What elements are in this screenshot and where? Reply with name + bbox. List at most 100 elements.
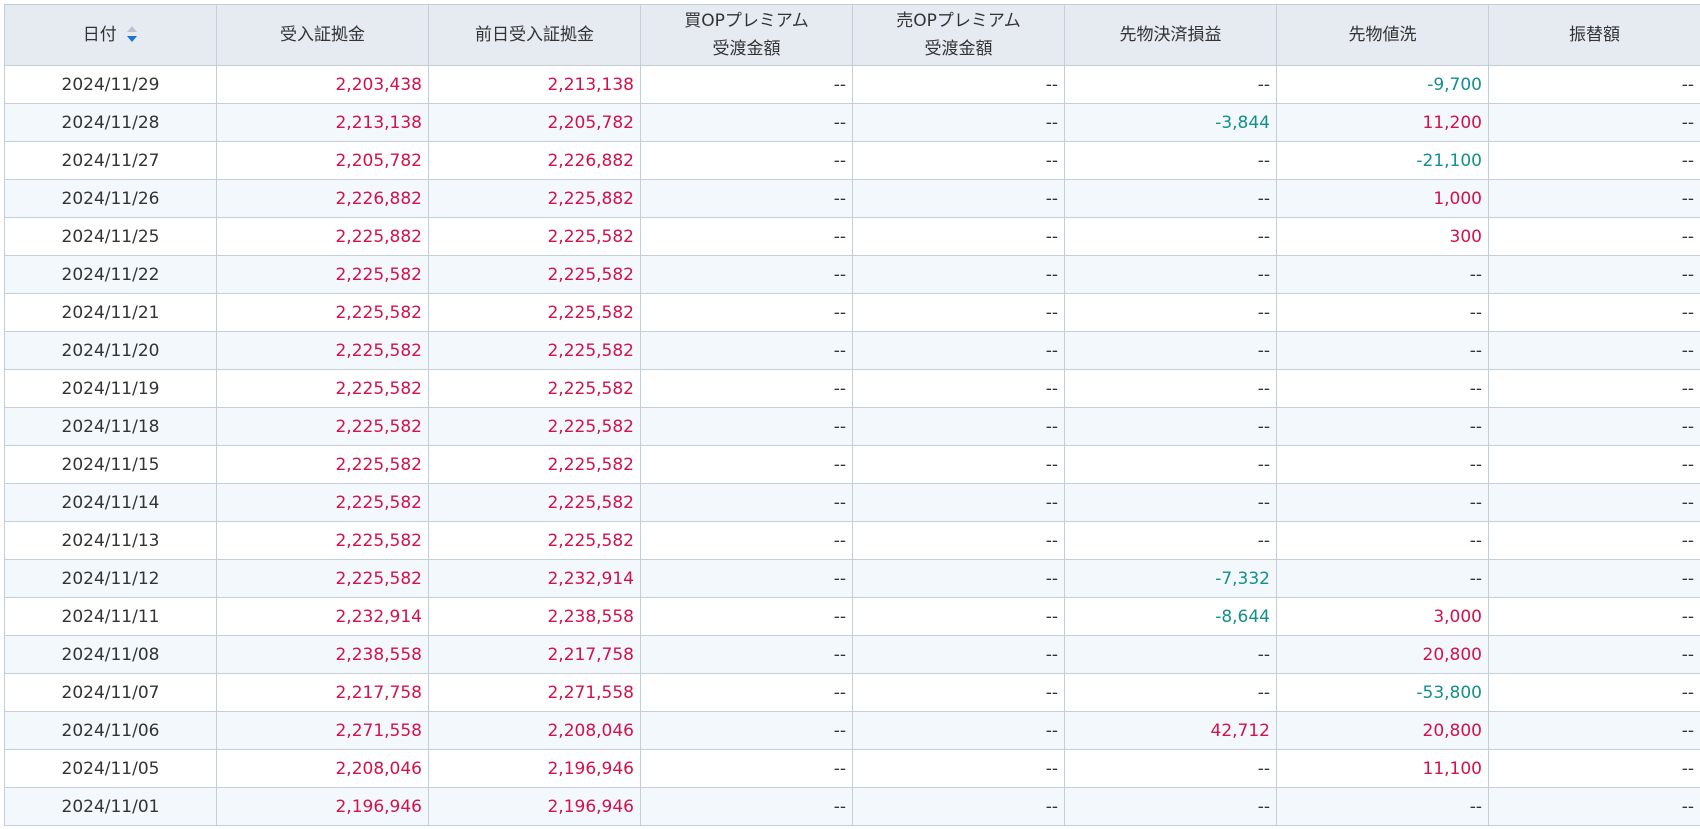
margin-cell: 2,225,582: [216, 483, 429, 522]
header-margin: 受入証拠金: [216, 4, 429, 66]
date-cell: 2024/11/27: [4, 141, 217, 180]
buy-op-cell: --: [640, 559, 853, 598]
futures-pl-cell: --: [1064, 787, 1277, 826]
futures-mtm-cell: -21,100: [1276, 141, 1489, 180]
futures-pl-cell: --: [1064, 331, 1277, 370]
date-cell: 2024/11/29: [4, 65, 217, 104]
table-row: 2024/11/18 2,225,582 2,225,582 -- -- -- -- --: [4, 407, 1700, 446]
margin-cell: 2,208,046: [216, 749, 429, 788]
header-buy-op-line1: 買OPプレミアム: [684, 11, 809, 31]
futures-pl-cell: -8,644: [1064, 597, 1277, 636]
table-row: 2024/11/20 2,225,582 2,225,582 -- -- -- -- --: [4, 331, 1700, 370]
header-transfer: 振替額: [1488, 4, 1700, 66]
buy-op-cell: --: [640, 179, 853, 218]
date-cell: 2024/11/22: [4, 255, 217, 294]
prev-margin-cell: 2,232,914: [428, 559, 641, 598]
header-futures-mtm: 先物値洗: [1276, 4, 1489, 66]
table-row: 2024/11/19 2,225,582 2,225,582 -- -- -- -- --: [4, 369, 1700, 408]
prev-margin-cell: 2,225,582: [428, 521, 641, 560]
margin-cell: 2,225,582: [216, 255, 429, 294]
futures-mtm-cell: --: [1276, 331, 1489, 370]
buy-op-cell: --: [640, 331, 853, 370]
transfer-cell: --: [1488, 65, 1700, 104]
table-body: 2024/11/29 2,203,438 2,213,138 -- -- -- -9,700…: [4, 65, 1700, 826]
buy-op-cell: --: [640, 103, 853, 142]
futures-pl-cell: --: [1064, 673, 1277, 712]
futures-pl-cell: -7,332: [1064, 559, 1277, 598]
sell-op-cell: --: [852, 293, 1065, 332]
transfer-cell: --: [1488, 103, 1700, 142]
sell-op-cell: --: [852, 141, 1065, 180]
prev-margin-cell: 2,225,882: [428, 179, 641, 218]
date-cell: 2024/11/14: [4, 483, 217, 522]
transfer-cell: --: [1488, 141, 1700, 180]
prev-margin-cell: 2,225,582: [428, 217, 641, 256]
prev-margin-cell: 2,225,582: [428, 483, 641, 522]
futures-pl-cell: --: [1064, 445, 1277, 484]
margin-history-table: 日付 受入証拠金 前日受入証拠金 買OPプレミアム 受渡金額 売OPプレミアム …: [4, 4, 1700, 826]
margin-history-table-container: 日付 受入証拠金 前日受入証拠金 買OPプレミアム 受渡金額 売OPプレミアム …: [4, 4, 1700, 826]
buy-op-cell: --: [640, 483, 853, 522]
date-cell: 2024/11/01: [4, 787, 217, 826]
header-transfer-label: 振替額: [1569, 25, 1620, 45]
prev-margin-cell: 2,225,582: [428, 293, 641, 332]
sell-op-cell: --: [852, 217, 1065, 256]
table-header: 日付 受入証拠金 前日受入証拠金 買OPプレミアム 受渡金額 売OPプレミアム …: [4, 4, 1700, 66]
buy-op-cell: --: [640, 255, 853, 294]
table-row: 2024/11/06 2,271,558 2,208,046 -- -- 42,712 20…: [4, 711, 1700, 750]
transfer-cell: --: [1488, 673, 1700, 712]
date-cell: 2024/11/13: [4, 521, 217, 560]
date-cell: 2024/11/26: [4, 179, 217, 218]
table-row: 2024/11/22 2,225,582 2,225,582 -- -- -- -- --: [4, 255, 1700, 294]
sell-op-cell: --: [852, 179, 1065, 218]
futures-pl-cell: --: [1064, 521, 1277, 560]
date-cell: 2024/11/19: [4, 369, 217, 408]
header-sell-op-line2: 受渡金額: [924, 39, 993, 59]
sell-op-cell: --: [852, 407, 1065, 446]
prev-margin-cell: 2,226,882: [428, 141, 641, 180]
transfer-cell: --: [1488, 407, 1700, 446]
sell-op-cell: --: [852, 559, 1065, 598]
table-row: 2024/11/15 2,225,582 2,225,582 -- -- -- -- --: [4, 445, 1700, 484]
futures-mtm-cell: 20,800: [1276, 635, 1489, 674]
header-row: 日付 受入証拠金 前日受入証拠金 買OPプレミアム 受渡金額 売OPプレミアム …: [4, 4, 1700, 66]
sell-op-cell: --: [852, 369, 1065, 408]
transfer-cell: --: [1488, 597, 1700, 636]
buy-op-cell: --: [640, 217, 853, 256]
prev-margin-cell: 2,225,582: [428, 445, 641, 484]
margin-cell: 2,225,582: [216, 331, 429, 370]
sell-op-cell: --: [852, 65, 1065, 104]
sort-desc-icon[interactable]: [126, 25, 138, 45]
margin-cell: 2,217,758: [216, 673, 429, 712]
buy-op-cell: --: [640, 597, 853, 636]
margin-cell: 2,271,558: [216, 711, 429, 750]
table-row: 2024/11/29 2,203,438 2,213,138 -- -- -- -9,700…: [4, 65, 1700, 104]
margin-cell: 2,213,138: [216, 103, 429, 142]
futures-mtm-cell: 300: [1276, 217, 1489, 256]
header-futures-pl: 先物決済損益: [1064, 4, 1277, 66]
date-cell: 2024/11/07: [4, 673, 217, 712]
sort-down-arrow-icon: [127, 36, 138, 42]
futures-mtm-cell: --: [1276, 369, 1489, 408]
table-row: 2024/11/12 2,225,582 2,232,914 -- -- -7,332 --…: [4, 559, 1700, 598]
futures-pl-cell: 42,712: [1064, 711, 1277, 750]
buy-op-cell: --: [640, 407, 853, 446]
buy-op-cell: --: [640, 293, 853, 332]
margin-cell: 2,203,438: [216, 65, 429, 104]
header-futures-mtm-label: 先物値洗: [1348, 25, 1417, 45]
futures-pl-cell: --: [1064, 369, 1277, 408]
transfer-cell: --: [1488, 635, 1700, 674]
prev-margin-cell: 2,208,046: [428, 711, 641, 750]
table-row: 2024/11/25 2,225,882 2,225,582 -- -- -- 300 --: [4, 217, 1700, 256]
table-row: 2024/11/28 2,213,138 2,205,782 -- -- -3,844 11…: [4, 103, 1700, 142]
prev-margin-cell: 2,205,782: [428, 103, 641, 142]
transfer-cell: --: [1488, 369, 1700, 408]
sell-op-cell: --: [852, 445, 1065, 484]
futures-mtm-cell: --: [1276, 521, 1489, 560]
transfer-cell: --: [1488, 749, 1700, 788]
buy-op-cell: --: [640, 445, 853, 484]
sell-op-cell: --: [852, 483, 1065, 522]
header-date-label: 日付: [82, 25, 117, 45]
header-date[interactable]: 日付: [4, 4, 217, 66]
futures-pl-cell: --: [1064, 407, 1277, 446]
